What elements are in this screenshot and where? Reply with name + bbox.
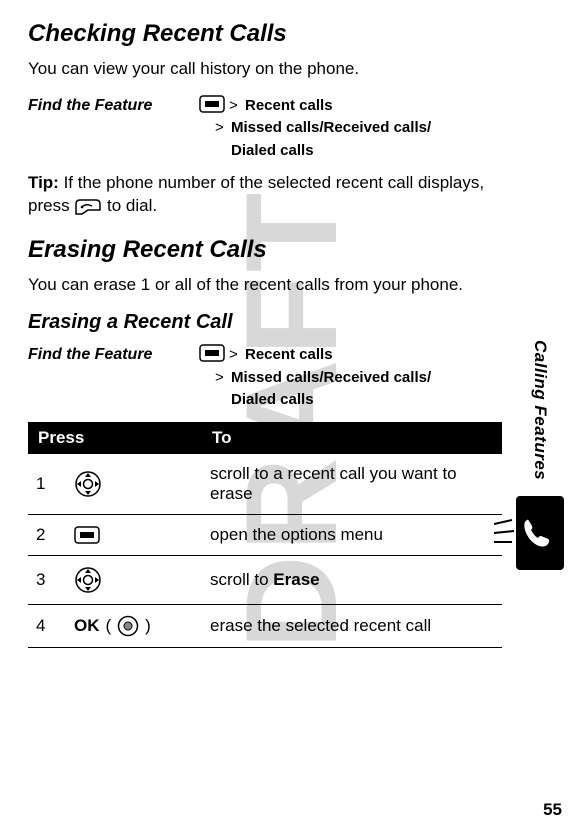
col-to: To [202,422,502,454]
open-paren: ( [106,616,112,636]
heading-erasing-recent-calls: Erasing Recent Calls [28,236,502,264]
steps-table: Press To 1 [28,422,502,648]
step-number: 4 [28,604,66,647]
path-dialed-calls: Dialed calls [231,140,314,163]
step-press [66,514,202,555]
step-to: scroll to a recent call you want to eras… [202,454,502,515]
handset-icon [519,516,553,550]
step-press [66,454,202,515]
breadcrumb-separator: > [229,95,241,118]
path-dialed-calls: Dialed calls [231,389,314,412]
table-header-row: Press To [28,422,502,454]
tip-text: Tip: If the phone number of the selected… [28,172,502,218]
step-to: erase the selected recent call [202,604,502,647]
sidebar: Calling Features [516,340,564,570]
path-recent-calls: Recent calls [245,344,333,367]
heading-checking-recent-calls: Checking Recent Calls [28,20,502,48]
step-number: 3 [28,555,66,604]
sidebar-section-label: Calling Features [530,340,550,480]
path-recent-calls: Recent calls [245,95,333,118]
step-to: scroll to Erase [202,555,502,604]
step-to-erase: Erase [273,570,319,589]
send-key-icon [74,198,102,216]
tip-after: to dial. [102,196,157,215]
nav-key-icon [74,566,102,594]
tip-label: Tip: [28,173,59,192]
menu-key-icon [199,344,225,367]
col-press: Press [28,422,202,454]
find-the-feature-label: Find the Feature [28,95,183,115]
table-row: 4 OK ( ) [28,604,502,647]
menu-key-icon [74,526,100,544]
subheading-erasing-a-recent-call: Erasing a Recent Call [28,311,502,334]
step-to: open the options menu [202,514,502,555]
table-row: 1 scroll t [28,454,502,515]
step-to-prefix: scroll to [210,570,273,589]
path-missed-received: Missed calls/Received calls/ [231,367,431,390]
breadcrumb-separator: > [215,117,227,140]
step-press: OK ( ) [66,604,202,647]
find-the-feature-block-2: Find the Feature > Recent calls > Missed… [28,344,502,412]
menu-key-icon [199,95,225,118]
close-paren: ) [145,616,151,636]
page-number: 55 [543,800,562,820]
breadcrumb-separator: > [215,367,227,390]
table-row: 3 [28,555,502,604]
feature-path-1: > Recent calls > Missed calls/Received c… [199,95,431,163]
intro-text-2: You can erase 1 or all of the recent cal… [28,274,502,297]
phone-tab-icon [516,496,564,570]
breadcrumb-separator: > [229,344,241,367]
nav-key-icon [74,470,102,498]
find-the-feature-label: Find the Feature [28,344,183,364]
ok-label: OK [74,616,100,636]
path-missed-received: Missed calls/Received calls/ [231,117,431,140]
step-press [66,555,202,604]
step-number: 1 [28,454,66,515]
feature-path-2: > Recent calls > Missed calls/Received c… [199,344,431,412]
table-row: 2 open the options menu [28,514,502,555]
center-key-icon [117,615,139,637]
intro-text-1: You can view your call history on the ph… [28,58,502,81]
step-number: 2 [28,514,66,555]
find-the-feature-block-1: Find the Feature > Recent calls > Missed… [28,95,502,163]
speed-lines-icon [498,518,520,548]
